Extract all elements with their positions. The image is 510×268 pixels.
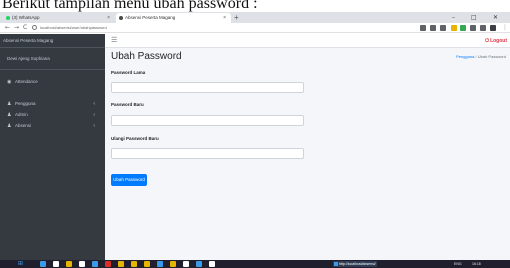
new-password-label: Password Baru — [111, 102, 144, 107]
profile-icon[interactable] — [490, 25, 496, 31]
whatsapp-icon — [6, 16, 10, 20]
taskbar-app-icon[interactable] — [144, 261, 150, 267]
url-field[interactable]: localhost/absensi/user/ubahpassword — [32, 24, 412, 32]
address-bar: ← → C localhost/absensi/user/ubahpasswor… — [0, 23, 510, 33]
tab-title: (3) WhatsApp — [12, 15, 40, 20]
taskbar-window-title: http://localhost/absensi/ — [339, 262, 376, 266]
taskbar-app-icon[interactable] — [157, 261, 163, 267]
language-indicator[interactable]: ENG — [454, 260, 462, 268]
back-icon[interactable]: ← — [5, 23, 10, 33]
users-icon: ♟ — [7, 112, 12, 118]
taskbar: ⊞ http://localhost/absensi/ ENG 16:18 — [0, 260, 510, 268]
sidepanel-icon[interactable] — [480, 25, 486, 31]
old-password-field[interactable] — [111, 82, 304, 93]
taskbar-active-window[interactable]: http://localhost/absensi/ — [333, 261, 377, 267]
chevron-left-icon: ‹ — [93, 101, 95, 107]
taskbar-app-icon[interactable] — [118, 261, 124, 267]
sidebar-item-label: Pengguna — [15, 101, 36, 106]
tab-bar: (3) WhatsApp × Absensi Peserta Magang × … — [0, 12, 510, 23]
main-content: ☰ ⏻Logout Ubah Password Pengguna / Ubah … — [105, 34, 510, 260]
users-icon: ♟ — [7, 123, 12, 129]
share-icon[interactable] — [430, 25, 436, 31]
menu-dots-icon[interactable]: ⋮ — [502, 23, 508, 33]
taskbar-app-icon[interactable] — [209, 261, 215, 267]
sidebar-item-attendance[interactable]: ◉ Attendance — [5, 77, 101, 87]
user-panel[interactable]: Dewi Ajeng Sophiana — [0, 48, 105, 70]
sidebar-item-absensi[interactable]: ♟ Absensi ‹ — [5, 121, 101, 131]
clock[interactable]: 16:18 — [472, 260, 481, 268]
dashboard-icon: ◉ — [7, 79, 12, 85]
maximize-icon[interactable]: □ — [471, 12, 477, 23]
breadcrumb-link-pengguna[interactable]: Pengguna — [456, 54, 474, 59]
chevron-left-icon: ‹ — [93, 112, 95, 118]
chevron-left-icon: ‹ — [93, 123, 95, 129]
caption: Berikut tampilan menu ubah password : — [0, 0, 510, 12]
minimize-icon[interactable]: – — [452, 12, 455, 23]
star-icon[interactable] — [440, 25, 446, 31]
sidebar-item-label: Absensi — [15, 123, 32, 128]
taskbar-app-icon[interactable] — [131, 261, 137, 267]
browser-icon — [334, 262, 338, 266]
key-icon[interactable] — [420, 25, 426, 31]
brand-link[interactable]: Absensi Peserta Magang — [0, 34, 105, 48]
taskbar-app-icon[interactable] — [170, 261, 176, 267]
logout-label: Logout — [490, 38, 507, 44]
url-text: localhost/absensi/user/ubahpassword — [40, 25, 107, 30]
browser-window: (3) WhatsApp × Absensi Peserta Magang × … — [0, 12, 510, 268]
taskbar-app-icon[interactable] — [92, 261, 98, 267]
close-tab-icon[interactable]: × — [223, 13, 226, 23]
sidebar-item-admin[interactable]: ♟ Admin ‹ — [5, 110, 101, 120]
breadcrumb-separator: / — [475, 54, 477, 59]
old-password-label: Password Lama — [111, 70, 146, 75]
sidebar-item-pengguna[interactable]: ♟ Pengguna ‹ — [5, 99, 101, 109]
new-tab-button[interactable]: + — [234, 13, 239, 22]
tab-title: Absensi Peserta Magang — [125, 15, 176, 20]
taskbar-app-icon[interactable] — [79, 261, 85, 267]
power-icon: ⏻ — [485, 38, 490, 44]
confirm-password-label: Ulangi Password Baru — [111, 136, 159, 141]
taskbar-app-icon[interactable] — [196, 261, 202, 267]
extension-icon[interactable] — [451, 25, 457, 31]
taskbar-app-icon[interactable] — [66, 261, 72, 267]
logout-button[interactable]: ⏻Logout — [485, 34, 507, 48]
page-title: Ubah Password — [111, 51, 182, 62]
tab-whatsapp[interactable]: (3) WhatsApp × — [3, 13, 115, 23]
sidebar-item-label: Attendance — [15, 79, 38, 84]
breadcrumb-current: Ubah Password — [477, 54, 506, 59]
reload-icon[interactable]: C — [23, 23, 27, 33]
forward-icon[interactable]: → — [14, 23, 19, 33]
extension-icon[interactable] — [460, 25, 466, 31]
taskbar-app-icon[interactable] — [183, 261, 189, 267]
site-info-icon[interactable] — [32, 25, 37, 30]
taskbar-app-icon[interactable] — [40, 261, 46, 267]
globe-icon — [119, 16, 123, 20]
top-navbar: ☰ ⏻Logout — [105, 34, 510, 48]
change-password-button[interactable]: Ubah Password — [111, 174, 147, 186]
sidebar: Absensi Peserta Magang Dewi Ajeng Sophia… — [0, 34, 105, 260]
close-window-icon[interactable]: ✕ — [493, 12, 498, 23]
taskbar-app-icon[interactable] — [105, 261, 111, 267]
new-password-field[interactable] — [111, 115, 304, 126]
web-page: Absensi Peserta Magang Dewi Ajeng Sophia… — [0, 34, 510, 260]
taskbar-app-icon[interactable] — [53, 261, 59, 267]
tab-absensi[interactable]: Absensi Peserta Magang × — [116, 13, 231, 23]
caption-text: Berikut tampilan menu ubah password : — [2, 0, 258, 12]
start-icon[interactable]: ⊞ — [18, 261, 23, 267]
hamburger-menu-icon[interactable]: ☰ — [111, 36, 117, 46]
users-icon: ♟ — [7, 101, 12, 107]
breadcrumb: Pengguna / Ubah Password — [456, 54, 506, 59]
puzzle-icon[interactable] — [470, 25, 476, 31]
screenshot: Berikut tampilan menu ubah password : (3… — [0, 0, 510, 268]
confirm-password-field[interactable] — [111, 148, 304, 159]
close-tab-icon[interactable]: × — [107, 13, 110, 23]
sidebar-item-label: Admin — [15, 112, 28, 117]
